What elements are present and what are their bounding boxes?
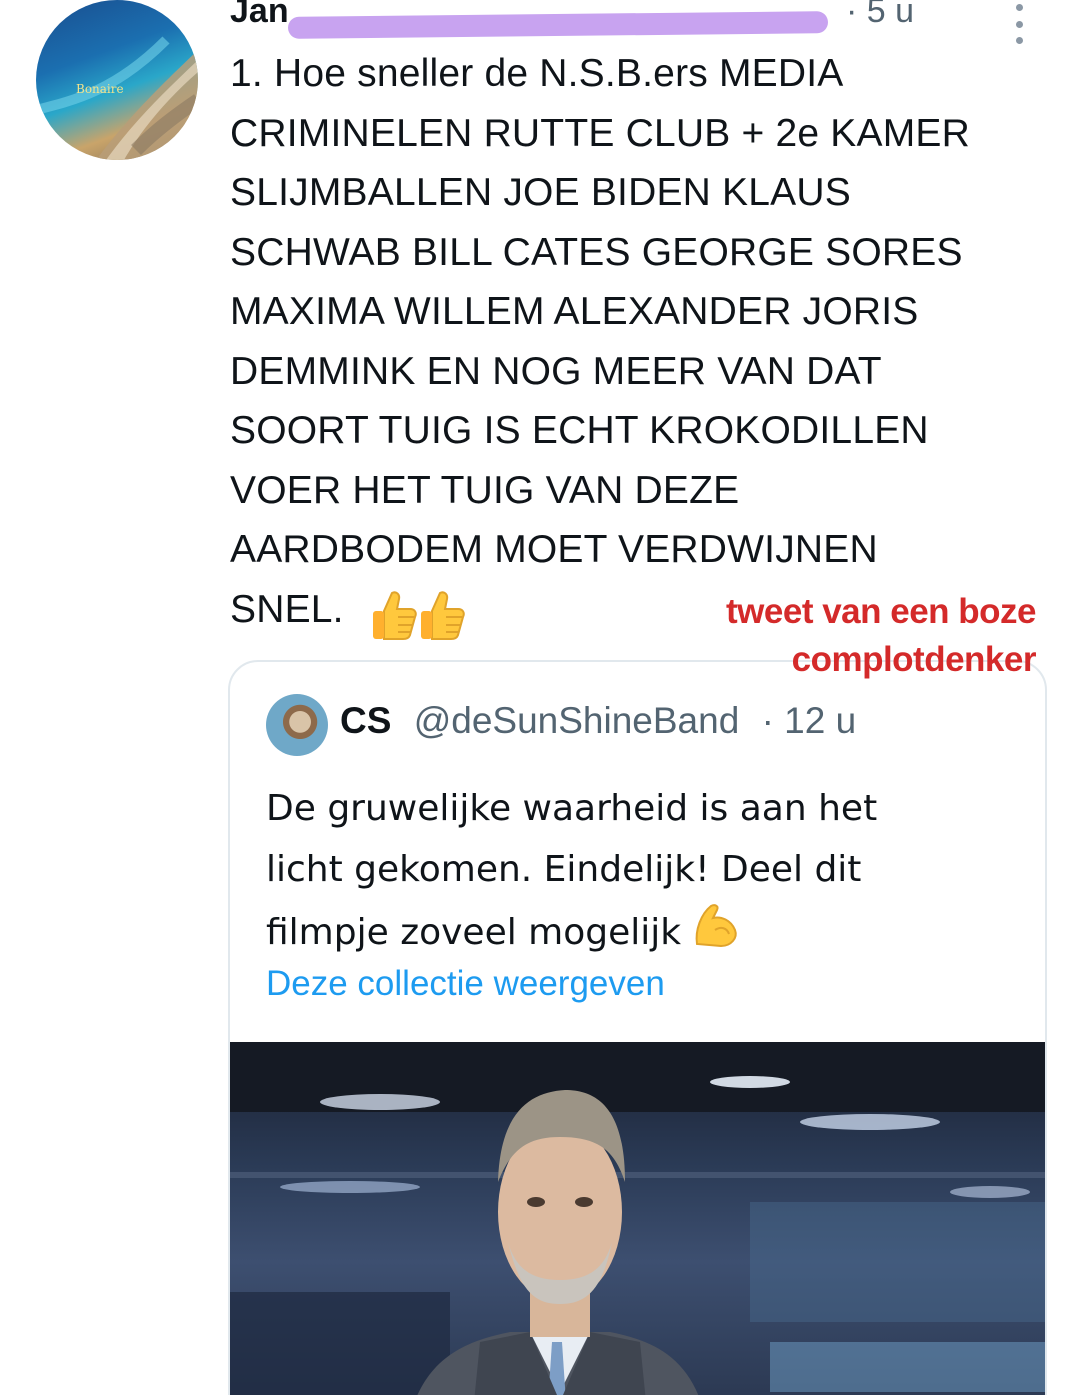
tweet-line: DEMMINK EN NOG MEER VAN DAT	[230, 349, 882, 393]
quote-line: De gruwelijke waarheid is aan het	[266, 788, 878, 829]
avatar-label: Bonaire	[76, 82, 124, 96]
author-avatar[interactable]: Bonaire	[36, 0, 198, 160]
flexed-biceps-icon	[691, 900, 741, 969]
quote-author-handle[interactable]: @deSunShineBand	[414, 700, 740, 741]
tweet-line: SOORT TUIG IS ECHT KROKODILLEN	[230, 409, 929, 452]
quote-line: filmpje zoveel mogelijk	[266, 912, 682, 953]
quote-line: licht gekomen. Eindelijk! Deel dit	[266, 849, 862, 890]
quoted-tweet-card[interactable]: CS @deSunShineBand · 12 u De gruwelijke …	[228, 660, 1047, 1395]
more-options-button[interactable]	[1004, 0, 1034, 48]
tweet-line: VOER HET TUIG VAN DEZE	[230, 468, 740, 512]
video-still-image	[230, 1042, 1045, 1395]
view-collection-link[interactable]: Deze collectie weergeven	[266, 964, 665, 1004]
video-thumbnail[interactable]	[230, 1042, 1045, 1395]
annotation-line: complotdenker	[791, 640, 1037, 679]
author-name[interactable]: Jan	[230, 0, 289, 30]
tweet-line: SLIJMBALLEN JOE BIDEN KLAUS	[230, 171, 851, 214]
tweet-line: SCHWAB BILL CATES GEORGE SORES	[230, 230, 963, 274]
annotation-overlay: tweet van een boze complotdenker	[726, 588, 1036, 684]
tweet-text: 1. Hoe sneller de N.S.B.ers MEDIA CRIMIN…	[230, 44, 1060, 643]
tweet-line: AARDBODEM MOET VERDWIJNEN	[230, 528, 878, 571]
tweet-time[interactable]: · 5 u	[846, 0, 914, 31]
tweet-line: CRIMINELEN RUTTE CLUB + 2e KAMER	[230, 111, 970, 155]
tweet-line: MAXIMA WILLEM ALEXANDER JORIS	[230, 290, 919, 333]
quote-time[interactable]: · 12 u	[762, 700, 857, 741]
tweet-page: Bonaire Jan · 5 u 1. Hoe sneller de N.S.…	[0, 0, 1080, 1395]
avatar-image	[36, 36, 198, 160]
quote-author-avatar[interactable]	[266, 694, 328, 756]
thumbs-up-icon	[372, 591, 417, 641]
tweet-line: 1. Hoe sneller de N.S.B.ers MEDIA	[230, 52, 844, 95]
quote-text: De gruwelijke waarheid is aan het licht …	[266, 778, 1026, 969]
redaction-marker	[287, 11, 829, 39]
thumbs-emoji-group	[370, 584, 466, 644]
tweet-line: SNEL.	[230, 587, 344, 631]
annotation-line: tweet van een boze	[726, 592, 1036, 631]
quote-header: CS @deSunShineBand · 12 u	[340, 700, 856, 742]
dot-icon	[1015, 20, 1023, 28]
dot-icon	[1015, 37, 1023, 44]
dot-icon	[1015, 4, 1023, 11]
quote-last-line: filmpje zoveel mogelijk	[266, 900, 1026, 969]
thumbs-up-icon	[420, 591, 465, 641]
quote-author-name[interactable]: CS	[340, 700, 391, 741]
